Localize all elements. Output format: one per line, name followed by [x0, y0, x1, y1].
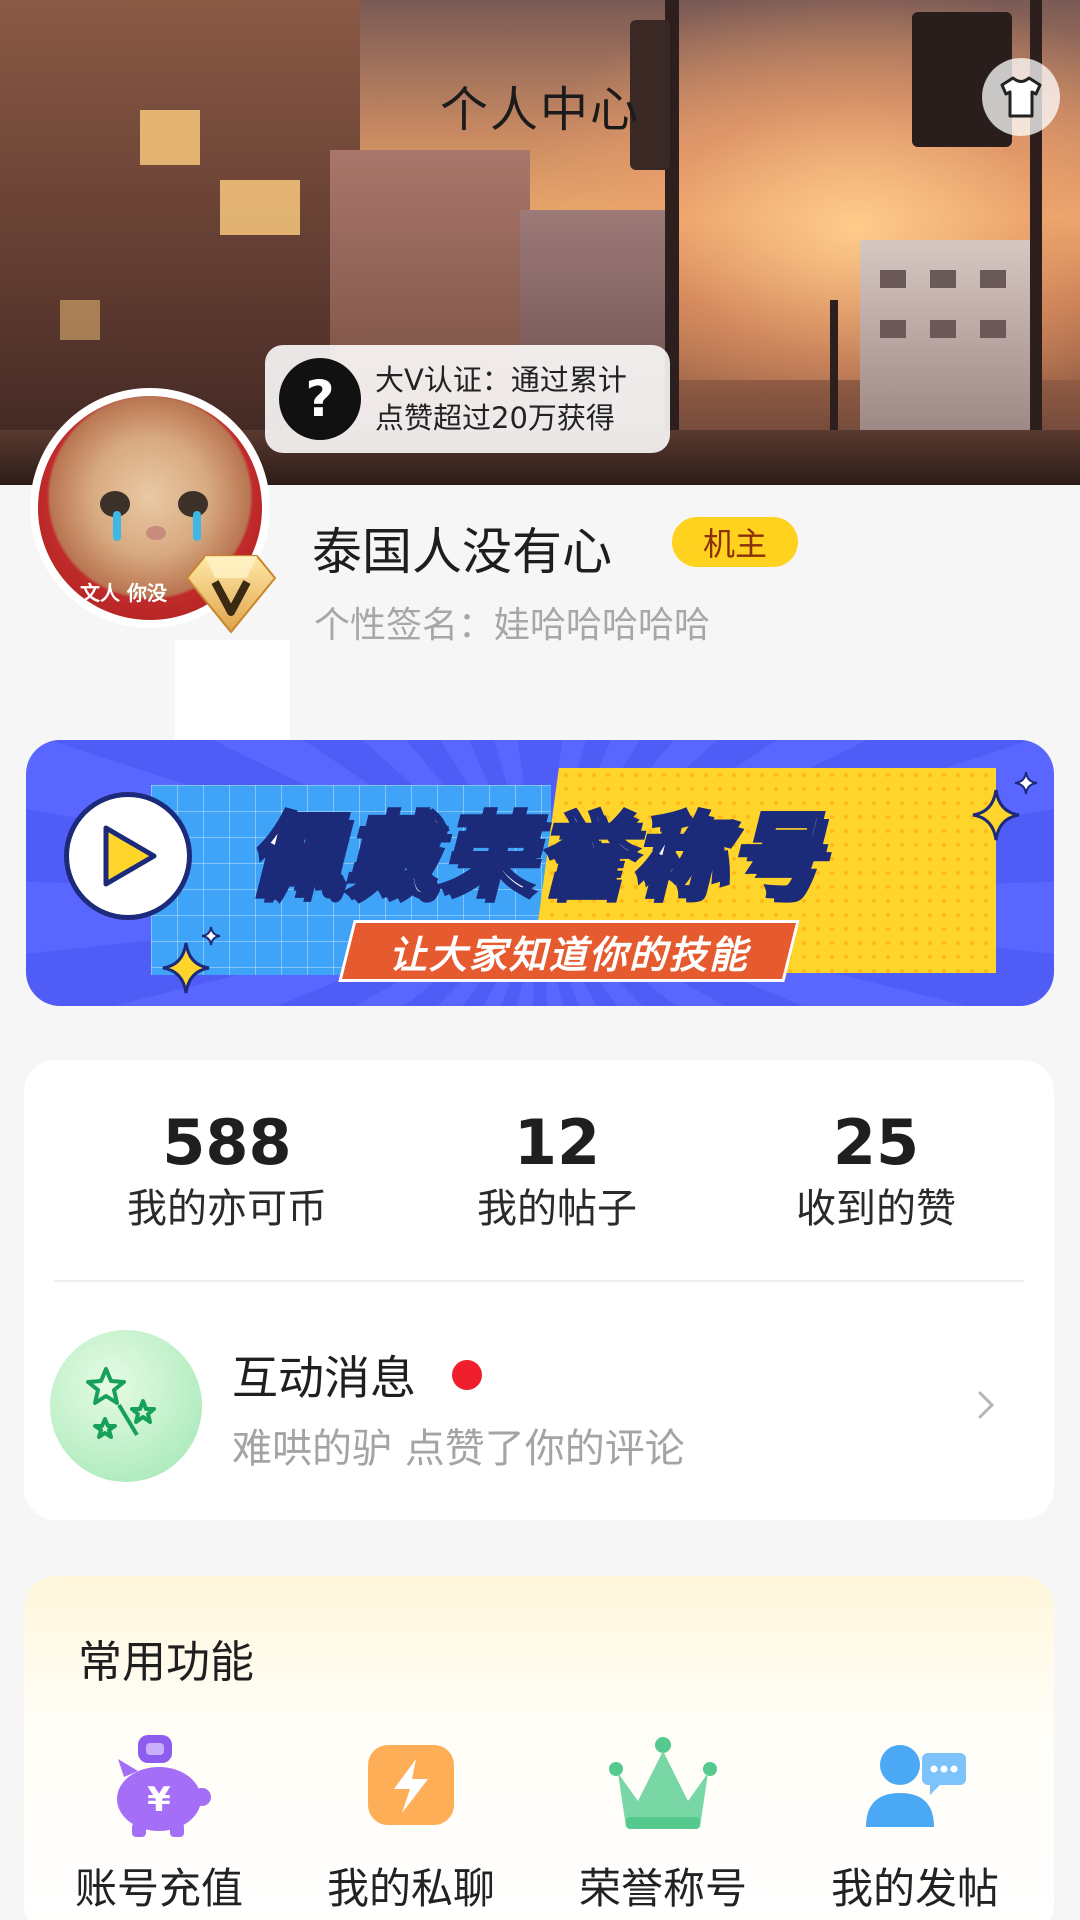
v-badge-icon: [185, 552, 277, 634]
feature-label: 我的私聊: [326, 1864, 495, 1913]
role-badge: 机主: [672, 517, 798, 567]
sparkle-icon: [162, 926, 221, 994]
question-icon[interactable]: ?: [279, 358, 361, 440]
tooltip-line-2: 点赞超过20万获得: [375, 401, 615, 435]
feature-recharge[interactable]: ¥ 账号充值: [49, 1731, 269, 1915]
divider: [54, 1280, 1024, 1282]
banner-title: 佩戴荣誉称号: [246, 801, 825, 912]
user-message-icon: [860, 1731, 970, 1841]
feature-label: 我的发帖: [830, 1864, 999, 1913]
skin-button[interactable]: [982, 58, 1060, 136]
tshirt-icon: [1000, 76, 1042, 118]
lightning-chat-icon: [356, 1731, 466, 1841]
unread-dot: [452, 1360, 482, 1390]
stat-posts[interactable]: 12 我的帖子: [427, 1105, 687, 1237]
feature-label: 账号充值: [74, 1864, 243, 1913]
stat-value: 12: [513, 1106, 601, 1179]
message-title: 互动消息: [232, 1351, 416, 1405]
stat-label: 我的亦可币: [127, 1186, 327, 1232]
chevron-right-icon: [978, 1391, 995, 1419]
tooltip-line-1: 大V认证：通过累计: [375, 363, 627, 397]
section-title: 常用功能: [78, 1637, 254, 1688]
feature-label: 荣誉称号: [578, 1864, 747, 1913]
crown-icon: [608, 1731, 718, 1841]
feature-private-chat[interactable]: 我的私聊: [301, 1731, 521, 1915]
stat-coins[interactable]: 588 我的亦可币: [97, 1105, 357, 1237]
sparkle-icon: [972, 771, 1038, 841]
stars-icon: [50, 1330, 202, 1482]
signature[interactable]: 个性签名：娃哈哈哈哈哈: [314, 596, 710, 648]
verification-tooltip: ? 大V认证：通过累计 点赞超过20万获得: [265, 345, 670, 453]
honor-title-banner[interactable]: 佩戴荣誉称号 让大家知道你的技能: [26, 740, 1054, 1006]
stat-label: 我的帖子: [477, 1186, 637, 1232]
play-icon: [64, 792, 192, 920]
stats-card: 588 我的亦可币 12 我的帖子 25 收到的赞 互动消息 难哄的驴 点赞了你…: [24, 1060, 1054, 1520]
banner-subtitle-box: 让大家知道你的技能: [338, 920, 800, 982]
avatar-caption: 文人 你没: [80, 581, 167, 605]
banner-subtitle: 让大家知道你的技能: [389, 932, 750, 977]
nickname: 泰国人没有心: [312, 523, 612, 581]
message-preview: 难哄的驴 点赞了你的评论: [232, 1426, 685, 1472]
interaction-message-row[interactable]: 互动消息 难哄的驴 点赞了你的评论: [24, 1292, 1054, 1512]
stat-value: 588: [162, 1106, 292, 1179]
svg-text:¥: ¥: [147, 1780, 171, 1820]
stat-likes[interactable]: 25 收到的赞: [746, 1105, 1006, 1237]
common-features-card: 常用功能 ¥ 账号充值 我的私聊 荣誉称号 我的发帖: [24, 1576, 1054, 1920]
feature-my-posts[interactable]: 我的发帖: [805, 1731, 1025, 1915]
page-title: 个人中心: [439, 82, 640, 138]
stat-value: 25: [832, 1106, 920, 1179]
piggy-bank-icon: ¥: [104, 1731, 214, 1841]
feature-honor-title[interactable]: 荣誉称号: [553, 1731, 773, 1915]
stat-label: 收到的赞: [796, 1186, 956, 1232]
